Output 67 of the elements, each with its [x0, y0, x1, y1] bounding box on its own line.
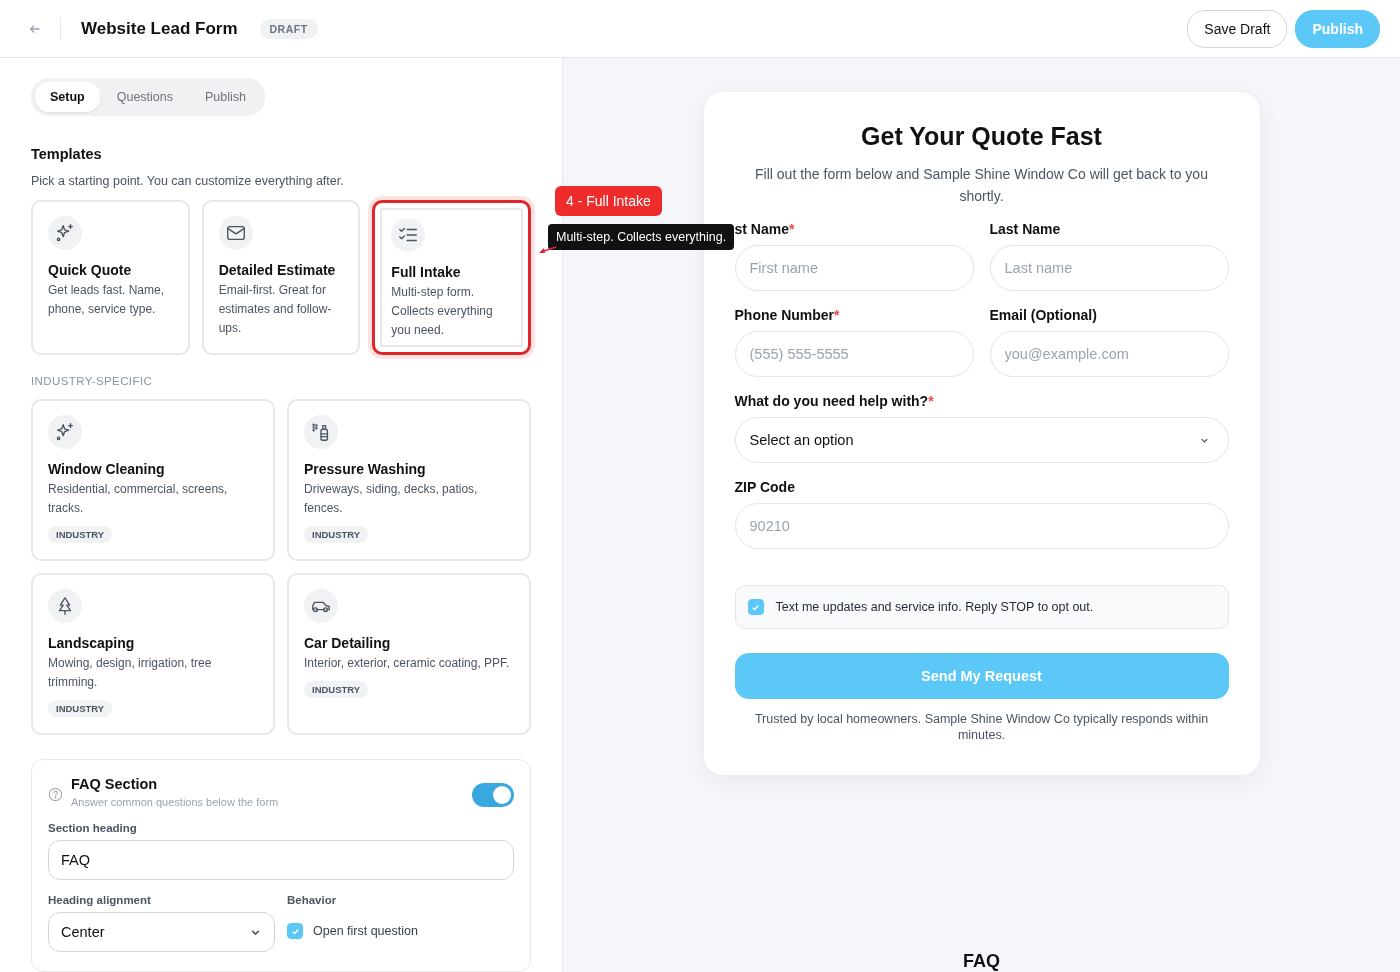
card-title: Car Detailing [304, 635, 392, 651]
faq-title: FAQ Section [71, 776, 159, 792]
input-field[interactable]: (555) 555-5555 [734, 331, 974, 377]
industry-tag: INDUSTRY [304, 526, 369, 543]
tooltip: Multi-step. Collects everything. [548, 224, 735, 250]
form-heading: Get Your Quote Fast [860, 122, 1103, 151]
field-label: Phone Number* [734, 307, 841, 323]
section-heading: Templates [31, 146, 103, 162]
form-title: Website Lead Form [81, 18, 238, 39]
category-label: INDUSTRY-SPECIFIC [31, 375, 154, 387]
faq-heading: FAQ [963, 951, 1000, 972]
input-field[interactable]: you@example.com [989, 331, 1229, 377]
input-field[interactable]: Last name [989, 245, 1229, 291]
card-title: Full Intake [391, 264, 462, 280]
card-title: Pressure Washing [304, 461, 427, 477]
sparkle-icon [54, 421, 76, 443]
form-intro: Fill out the form below and Sample Shine Window Co will get back to you shortly. [754, 165, 1209, 206]
field-label: ZIP Code [734, 479, 796, 495]
template-card[interactable]: Window Cleaning Residential, commercial, screens, tracks. INDUSTRY [31, 399, 275, 561]
field-label: Heading alignment [48, 894, 152, 906]
template-card[interactable]: Car Detailing Interior, exterior, ceramic coating, PPF. INDUSTRY [287, 573, 531, 735]
field-label: What do you need help with?* [734, 393, 935, 409]
input-field[interactable]: First name [734, 245, 974, 291]
card-description: Driveways, siding, decks, patios, fences. [304, 481, 479, 517]
card-description: Mowing, design, irrigation, tree trimming. [48, 655, 213, 691]
checkbox-label: Open first question [313, 924, 418, 938]
tab[interactable]: Setup [35, 82, 100, 112]
input-field[interactable]: FAQ [48, 840, 514, 880]
card-description: Residential, commercial, screens, tracks. [48, 481, 229, 517]
tab[interactable]: Publish [190, 82, 261, 112]
card-title: Detailed Estimate [218, 262, 337, 278]
select-field[interactable]: Center [48, 912, 275, 952]
trust-note: Trusted by local homeowners. Sample Shine Window Co typically responds within minutes. [753, 711, 1210, 743]
save-draft-button[interactable]: Save Draft [1187, 9, 1288, 48]
sparkle-icon [54, 222, 76, 244]
template-card[interactable]: Quick Quote Get leads fast. Name, phone, service type. [31, 200, 190, 355]
card-description: Email-first. Great for estimates and follow-ups. [218, 282, 333, 337]
card-title: Landscaping [48, 635, 136, 651]
template-card[interactable]: Landscaping Mowing, design, irrigation, tree trimming. INDUSTRY [31, 573, 275, 735]
checkbox-label: Text me updates and service info. Reply STOP to opt out. [775, 600, 1094, 614]
input-field[interactable]: 90210 [734, 503, 1229, 549]
tab[interactable]: Questions [101, 82, 188, 112]
card-title: Window Cleaning [48, 461, 166, 477]
industry-tag: INDUSTRY [304, 681, 369, 698]
status-badge: DRAFT [259, 18, 318, 39]
help-icon [48, 787, 63, 802]
card-description: Get leads fast. Name, phone, service type. [48, 282, 166, 318]
template-card[interactable]: Detailed Estimate Email-first. Great for estimates and follow-ups. [201, 200, 361, 355]
card-description: Multi-step form. Collects everything you need. [391, 284, 494, 339]
industry-tag: INDUSTRY [48, 526, 113, 543]
template-card[interactable]: Pressure Washing Driveways, siding, decks, patios, fences. INDUSTRY [287, 399, 531, 561]
field-label: Behavior [287, 894, 338, 906]
annotation-badge: 4 - Full Intake [555, 186, 662, 216]
field-label: Email (Optional) [989, 307, 1098, 323]
field-label: Last Name [989, 221, 1062, 237]
faq-description: Answer common questions below the form [71, 796, 280, 808]
section-description: Pick a starting point. You can customize everything after. [31, 174, 345, 188]
card-title: Quick Quote [48, 262, 133, 278]
field-label: Section heading [48, 822, 138, 834]
checkbox[interactable] [747, 599, 764, 615]
card-description: Interior, exterior, ceramic coating, PPF. [304, 655, 511, 672]
select-field[interactable]: Select an option [734, 417, 1229, 463]
toggle-switch[interactable] [472, 783, 514, 807]
field-label: st Name* [734, 221, 796, 237]
arrow-icon [537, 244, 557, 256]
checkbox[interactable] [287, 923, 303, 939]
industry-tag: INDUSTRY [48, 700, 113, 717]
